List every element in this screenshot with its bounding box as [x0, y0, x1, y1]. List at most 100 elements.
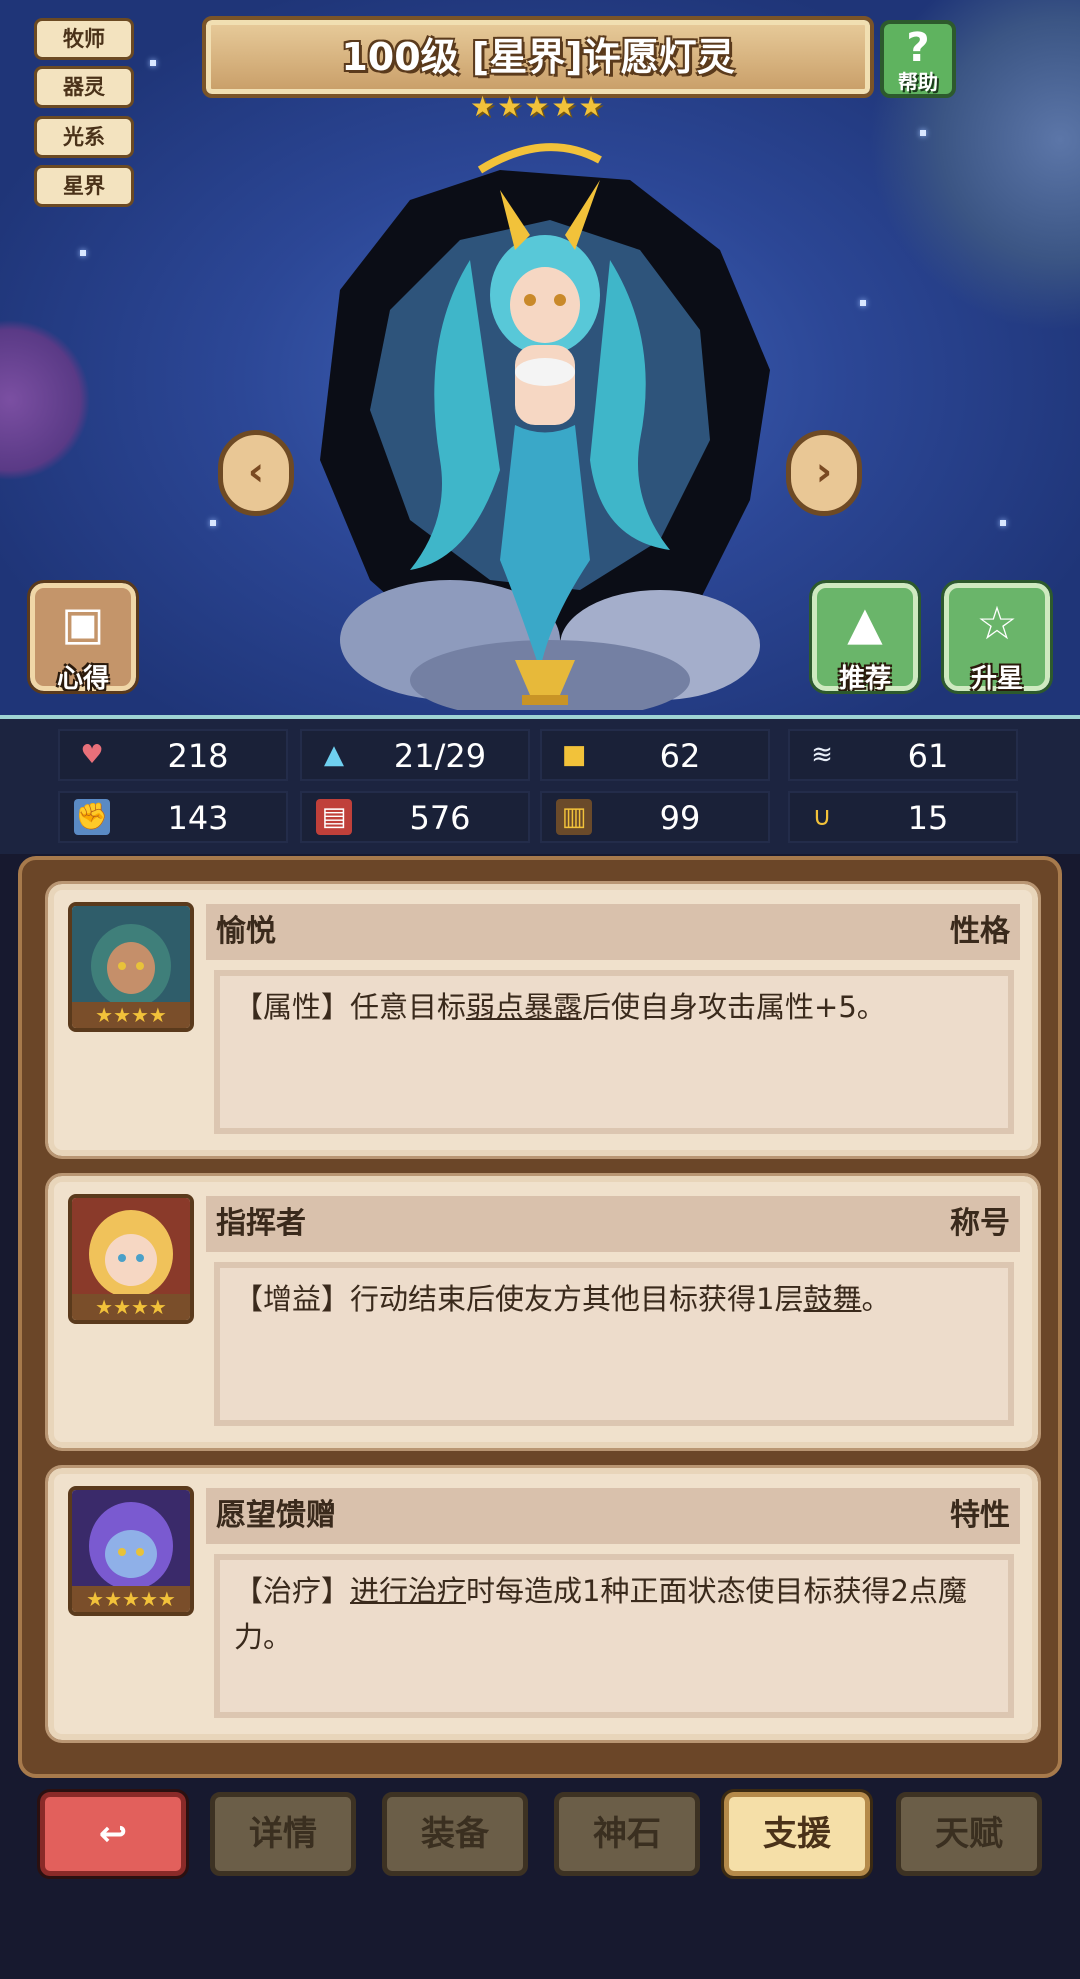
prev-hero-button[interactable]: ‹: [218, 430, 294, 516]
stat-value: 15: [907, 799, 949, 837]
stat-magic: ▤ 576: [300, 791, 530, 843]
star-upgrade-icon: ☆: [976, 596, 1018, 650]
next-hero-button[interactable]: ›: [786, 430, 862, 516]
stat-luck: ∪ 15: [788, 791, 1018, 843]
stat-value: 143: [167, 799, 229, 837]
stat-speed: ≋ 61: [788, 729, 1018, 781]
book-icon: ▤: [316, 799, 352, 835]
stat-hp: ♥ 218: [58, 729, 288, 781]
star-icon: ★: [578, 90, 604, 123]
support-description: 【增益】行动结束后使友方其他目标获得1层鼓舞。: [214, 1262, 1014, 1426]
chevron-left-icon: ‹: [247, 449, 265, 495]
tag-race: 器灵: [34, 66, 134, 108]
shield-icon: ■: [561, 740, 587, 770]
keyword-link[interactable]: 进行治疗: [350, 1574, 466, 1608]
water-drop-icon: ▲: [324, 740, 344, 770]
keyword-link[interactable]: 弱点暴露: [466, 990, 582, 1024]
desc-text: 后使自身攻击属性+5。: [582, 990, 886, 1024]
support-portrait: ★★★★: [68, 902, 194, 1032]
stat-mana: ▲ 21/29: [300, 729, 530, 781]
question-icon: ?: [906, 25, 930, 71]
sparkle: [80, 250, 86, 256]
tab-equipment[interactable]: 装备: [382, 1792, 528, 1876]
hero-star-rating: ★ ★ ★ ★ ★: [470, 93, 604, 121]
sparkle: [210, 520, 216, 526]
star-icon: ★: [551, 90, 577, 123]
hero-character-art: [320, 143, 770, 710]
star-icon: ★: [524, 90, 550, 123]
insight-label: 心得: [56, 664, 109, 694]
hero-scene: 牧师 器灵 光系 星界 100级 [星界]许愿灯灵 ? 帮助 ★ ★ ★ ★ ★: [0, 0, 1080, 715]
insight-button[interactable]: ▣ 心得: [27, 580, 139, 694]
support-name: 愉悦: [216, 914, 276, 949]
scroll-icon: ▣: [61, 596, 105, 650]
support-portrait: ★★★★★: [68, 1486, 194, 1616]
support-card[interactable]: ★★★★ 指挥者 称号 【增益】行动结束后使友方其他目标获得1层鼓舞。: [45, 1173, 1041, 1451]
tab-talent[interactable]: 天赋: [896, 1792, 1042, 1876]
stat-value: 576: [409, 799, 471, 837]
stat-value: 21/29: [393, 737, 487, 775]
support-header: 愿望馈赠 特性: [206, 1488, 1020, 1544]
upgrade-star-button[interactable]: ☆ 升星: [941, 580, 1053, 694]
stat-skill: ▥ 99: [540, 791, 770, 843]
support-type: 性格: [950, 914, 1010, 949]
support-description: 【属性】任意目标弱点暴露后使自身攻击属性+5。: [214, 970, 1014, 1134]
support-name: 愿望馈赠: [216, 1498, 336, 1533]
star-icon: ★: [470, 90, 496, 123]
support-stars: ★★★★: [72, 1002, 190, 1028]
support-name: 指挥者: [216, 1206, 306, 1241]
stats-panel: ♥ 218 ▲ 21/29 ■ 62 ≋ 61 ✊ 143 ▤ 576 ▥ 99…: [0, 715, 1080, 854]
desc-text: 【治疗】: [234, 1574, 351, 1608]
card-icon: ▥: [556, 799, 592, 835]
hero-title: 100级 [星界]许愿灯灵: [202, 16, 874, 98]
support-avatar: [72, 1198, 190, 1294]
sparkle: [860, 300, 866, 306]
wing-icon: ≋: [811, 740, 833, 770]
tab-support[interactable]: 支援: [721, 1789, 873, 1879]
tab-godstone[interactable]: 神石: [554, 1792, 700, 1876]
tab-details[interactable]: 详情: [210, 1792, 356, 1876]
tag-element: 光系: [34, 116, 134, 158]
back-button[interactable]: ↩: [37, 1789, 189, 1879]
tag-class: 牧师: [34, 18, 134, 60]
support-panel: ★★★★ 愉悦 性格 【属性】任意目标弱点暴露后使自身攻击属性+5。 ★★★★ …: [18, 856, 1062, 1778]
sparkle: [150, 60, 156, 66]
stat-value: 61: [907, 737, 949, 775]
desc-text: 。: [861, 1282, 891, 1316]
support-type: 特性: [950, 1498, 1010, 1533]
keyword-link[interactable]: 鼓舞: [803, 1282, 861, 1316]
fist-icon: ✊: [74, 799, 110, 835]
stat-value: 99: [659, 799, 701, 837]
sparkle: [1000, 520, 1006, 526]
back-arrow-icon: ↩: [98, 1814, 128, 1854]
support-avatar: [72, 906, 190, 1002]
support-type: 称号: [950, 1206, 1010, 1241]
support-avatar: [72, 1490, 190, 1586]
support-card[interactable]: ★★★★★ 愿望馈赠 特性 【治疗】进行治疗时每造成1种正面状态使目标获得2点魔…: [45, 1465, 1041, 1743]
upgrade-star-label: 升星: [970, 664, 1023, 694]
stat-value: 62: [659, 737, 701, 775]
support-portrait: ★★★★: [68, 1194, 194, 1324]
chevron-right-icon: ›: [815, 449, 833, 495]
desc-text: 【属性】任意目标: [234, 990, 467, 1024]
thumbs-up-icon: ▲: [847, 596, 883, 650]
support-description: 【治疗】进行治疗时每造成1种正面状态使目标获得2点魔力。: [214, 1554, 1014, 1718]
sparkle: [920, 130, 926, 136]
support-card[interactable]: ★★★★ 愉悦 性格 【属性】任意目标弱点暴露后使自身攻击属性+5。: [45, 881, 1041, 1159]
stat-defense: ■ 62: [540, 729, 770, 781]
recommend-button[interactable]: ▲ 推荐: [809, 580, 921, 694]
help-button[interactable]: ? 帮助: [880, 20, 956, 98]
heart-icon: ♥: [80, 740, 104, 770]
help-label: 帮助: [898, 70, 938, 94]
recommend-label: 推荐: [838, 664, 891, 694]
horseshoe-icon: ∪: [812, 802, 832, 832]
tag-realm: 星界: [34, 165, 134, 207]
stat-value: 218: [167, 737, 229, 775]
support-stars: ★★★★: [72, 1294, 190, 1320]
support-stars: ★★★★★: [72, 1586, 190, 1612]
support-header: 指挥者 称号: [206, 1196, 1020, 1252]
desc-text: 【增益】行动结束后使友方其他目标获得1层: [234, 1282, 804, 1316]
support-header: 愉悦 性格: [206, 904, 1020, 960]
star-icon: ★: [497, 90, 523, 123]
stat-attack: ✊ 143: [58, 791, 288, 843]
